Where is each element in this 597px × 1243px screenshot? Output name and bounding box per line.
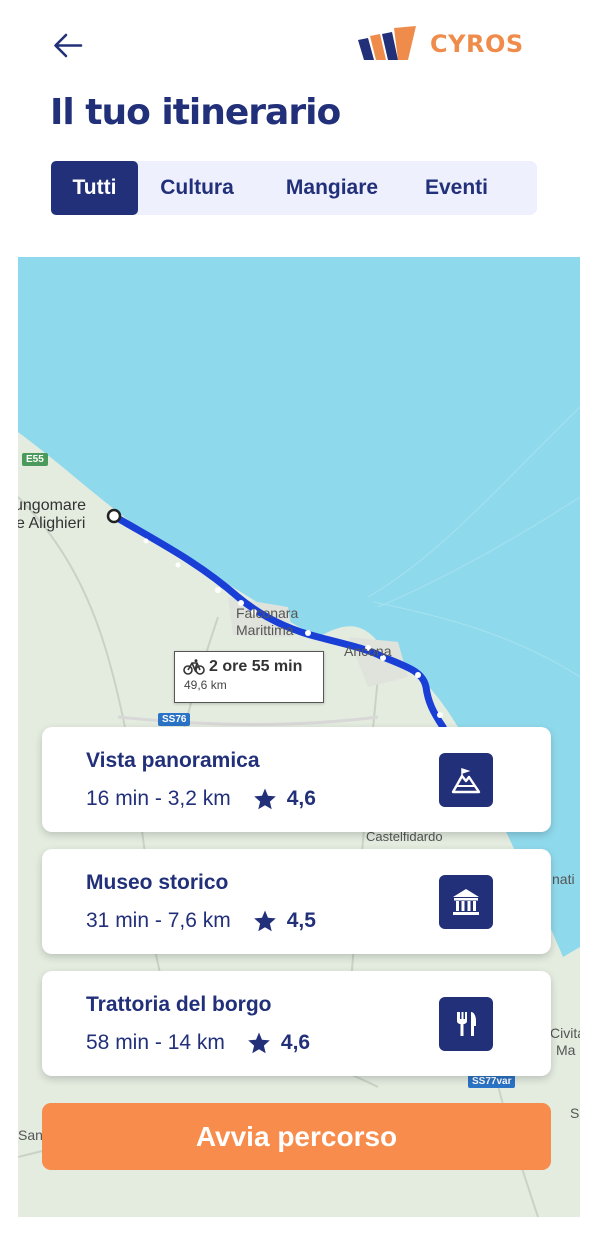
tab-cultura[interactable]: Cultura <box>138 161 256 215</box>
poi-meta: 16 min - 3,2 km 4,6 <box>86 787 316 811</box>
map-label-right-1: nati <box>552 871 575 887</box>
road-shield-e55: E55 <box>22 453 48 466</box>
route-distance: 49,6 km <box>184 678 227 692</box>
category-tabs: Tutti Cultura Mangiare Eventi <box>51 161 537 215</box>
map-label-right-3: S <box>570 1105 580 1121</box>
poi-card-vista-panoramica[interactable]: Vista panoramica 16 min - 3,2 km 4,6 <box>42 727 551 832</box>
map-label-falconara-1: Falconara <box>236 605 299 621</box>
brand: CYROS <box>358 22 524 66</box>
poi-distance: 31 min - 7,6 km <box>86 909 231 932</box>
route-time-text: 2 ore 55 min <box>209 658 303 675</box>
poi-meta: 58 min - 14 km 4,6 <box>86 1031 310 1055</box>
poi-distance: 58 min - 14 km <box>86 1031 225 1054</box>
tab-eventi[interactable]: Eventi <box>408 161 505 215</box>
road-shield-ss77var: SS77var <box>468 1075 516 1088</box>
map-label-right-2a: Civita <box>550 1025 580 1041</box>
bicycle-icon <box>183 659 205 675</box>
map-label-right-2b: Ma <box>556 1042 576 1058</box>
poi-meta: 31 min - 7,6 km 4,5 <box>86 909 316 933</box>
museum-icon <box>439 875 493 929</box>
cyros-logo-icon <box>358 26 416 62</box>
map-label-falconara-2: Marittima <box>236 622 294 638</box>
road-shield-ss76: SS76 <box>158 713 191 726</box>
poi-rating: 4,5 <box>286 909 316 932</box>
map-label-start-1: ungomare <box>18 497 87 514</box>
poi-distance: 16 min - 3,2 km <box>86 787 231 810</box>
map-label-ancona: Ancona <box>344 643 392 659</box>
poi-name: Trattoria del borgo <box>86 993 272 1016</box>
map-label-start-2: e Alighieri <box>18 515 86 532</box>
poi-card-museo-storico[interactable]: Museo storico 31 min - 7,6 km 4,5 <box>42 849 551 954</box>
star-icon <box>248 1032 270 1054</box>
back-button[interactable] <box>48 26 88 66</box>
star-icon <box>253 910 276 932</box>
page-title: Il tuo itinerario <box>50 92 341 133</box>
restaurant-icon <box>439 997 493 1051</box>
arrow-left-icon <box>54 33 83 58</box>
route-info-bubble[interactable]: 2 ore 55 min 49,6 km <box>174 651 324 703</box>
tab-tutti[interactable]: Tutti <box>51 161 138 215</box>
poi-rating: 4,6 <box>286 787 316 810</box>
start-route-button[interactable]: Avvia percorso <box>42 1103 551 1170</box>
brand-name: CYROS <box>430 30 524 58</box>
poi-card-trattoria-del-borgo[interactable]: Trattoria del borgo 58 min - 14 km 4,6 <box>42 971 551 1076</box>
viewpoint-icon <box>439 753 493 807</box>
route-time: 2 ore 55 min <box>183 658 315 676</box>
star-icon <box>253 788 276 810</box>
tab-mangiare[interactable]: Mangiare <box>256 161 408 215</box>
poi-rating: 4,6 <box>280 1031 311 1054</box>
map-label-left: San <box>18 1127 43 1143</box>
poi-name: Vista panoramica <box>86 749 260 772</box>
poi-name: Museo storico <box>86 871 229 894</box>
